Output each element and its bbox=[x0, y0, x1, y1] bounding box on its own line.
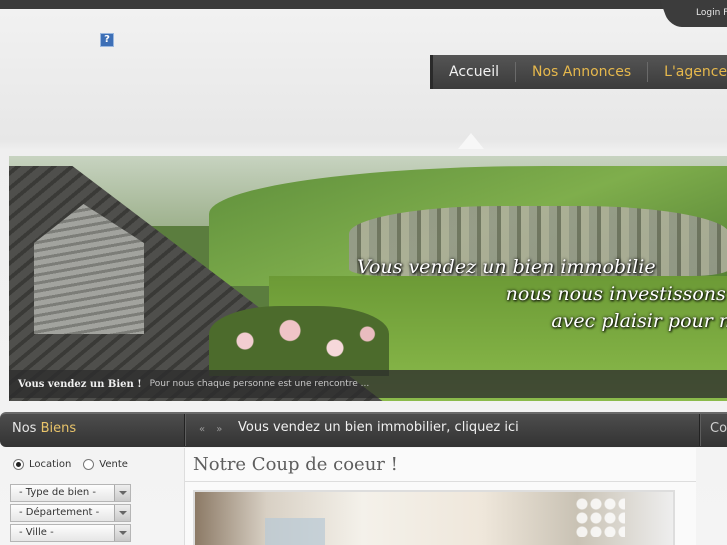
slogan-line: nous nous investissons touj bbox=[505, 283, 727, 305]
select-value: - Type de bien - bbox=[19, 487, 97, 498]
select-value: - Département - bbox=[19, 507, 100, 518]
chevron-down-icon[interactable] bbox=[114, 505, 130, 521]
banner-caption: Vous vendez un Bien ! Pour nous chaque p… bbox=[9, 370, 727, 398]
page: Login F ? Accueil Nos Annonces L'agence … bbox=[0, 0, 727, 545]
caption-title: Vous vendez un Bien ! bbox=[18, 378, 142, 390]
featured-divider bbox=[184, 481, 696, 482]
select-value: - Ville - bbox=[19, 527, 54, 538]
select-departement[interactable]: - Département - bbox=[10, 504, 131, 522]
radio-location-label[interactable]: Location bbox=[29, 459, 71, 470]
nav-item-agence[interactable]: L'agence bbox=[647, 62, 727, 82]
featured-photo[interactable] bbox=[193, 490, 675, 545]
chevron-down-icon[interactable] bbox=[114, 525, 130, 541]
bar-divider bbox=[699, 414, 700, 446]
caption-text: Pour nous chaque personne est une rencon… bbox=[149, 379, 370, 389]
help-icon[interactable]: ? bbox=[100, 33, 114, 47]
nos-biens-heading: Nos Biens bbox=[12, 421, 76, 436]
login-link[interactable]: Login F bbox=[696, 8, 727, 18]
top-bar bbox=[0, 0, 727, 9]
transaction-radios: Location Vente bbox=[13, 459, 140, 470]
ticker-arrows[interactable]: « » bbox=[199, 424, 226, 435]
slogan-line: Vous vendez un bien immobilie bbox=[357, 256, 656, 278]
hero-banner[interactable]: Vous vendez un bien immobilie nous nous … bbox=[9, 156, 727, 401]
nos-biens-prefix: Nos bbox=[12, 421, 37, 436]
nav-item-accueil[interactable]: Accueil bbox=[433, 62, 515, 82]
radio-vente[interactable] bbox=[83, 459, 95, 470]
main-nav: Accueil Nos Annonces L'agence bbox=[430, 55, 727, 89]
nos-biens-word: Biens bbox=[40, 421, 77, 436]
featured-title: Notre Coup de coeur ! bbox=[193, 454, 398, 475]
bar-right-label: Co bbox=[710, 421, 727, 436]
banner-slogan: Vous vendez un bien immobilie nous nous … bbox=[349, 254, 727, 335]
radio-location[interactable] bbox=[13, 459, 24, 470]
bar-divider bbox=[184, 414, 185, 446]
radio-vente-label[interactable]: Vente bbox=[99, 459, 128, 470]
nav-item-annonces[interactable]: Nos Annonces bbox=[515, 62, 647, 82]
ticker-message-link[interactable]: Vous vendez un bien immobilier, cliquez … bbox=[238, 420, 519, 435]
chevron-down-icon[interactable] bbox=[114, 485, 130, 501]
select-type-bien[interactable]: - Type de bien - bbox=[10, 484, 131, 502]
slogan-line: avec plaisir pour nos c bbox=[551, 310, 727, 332]
select-ville[interactable]: - Ville - bbox=[10, 524, 131, 542]
nav-pointer bbox=[458, 133, 484, 149]
